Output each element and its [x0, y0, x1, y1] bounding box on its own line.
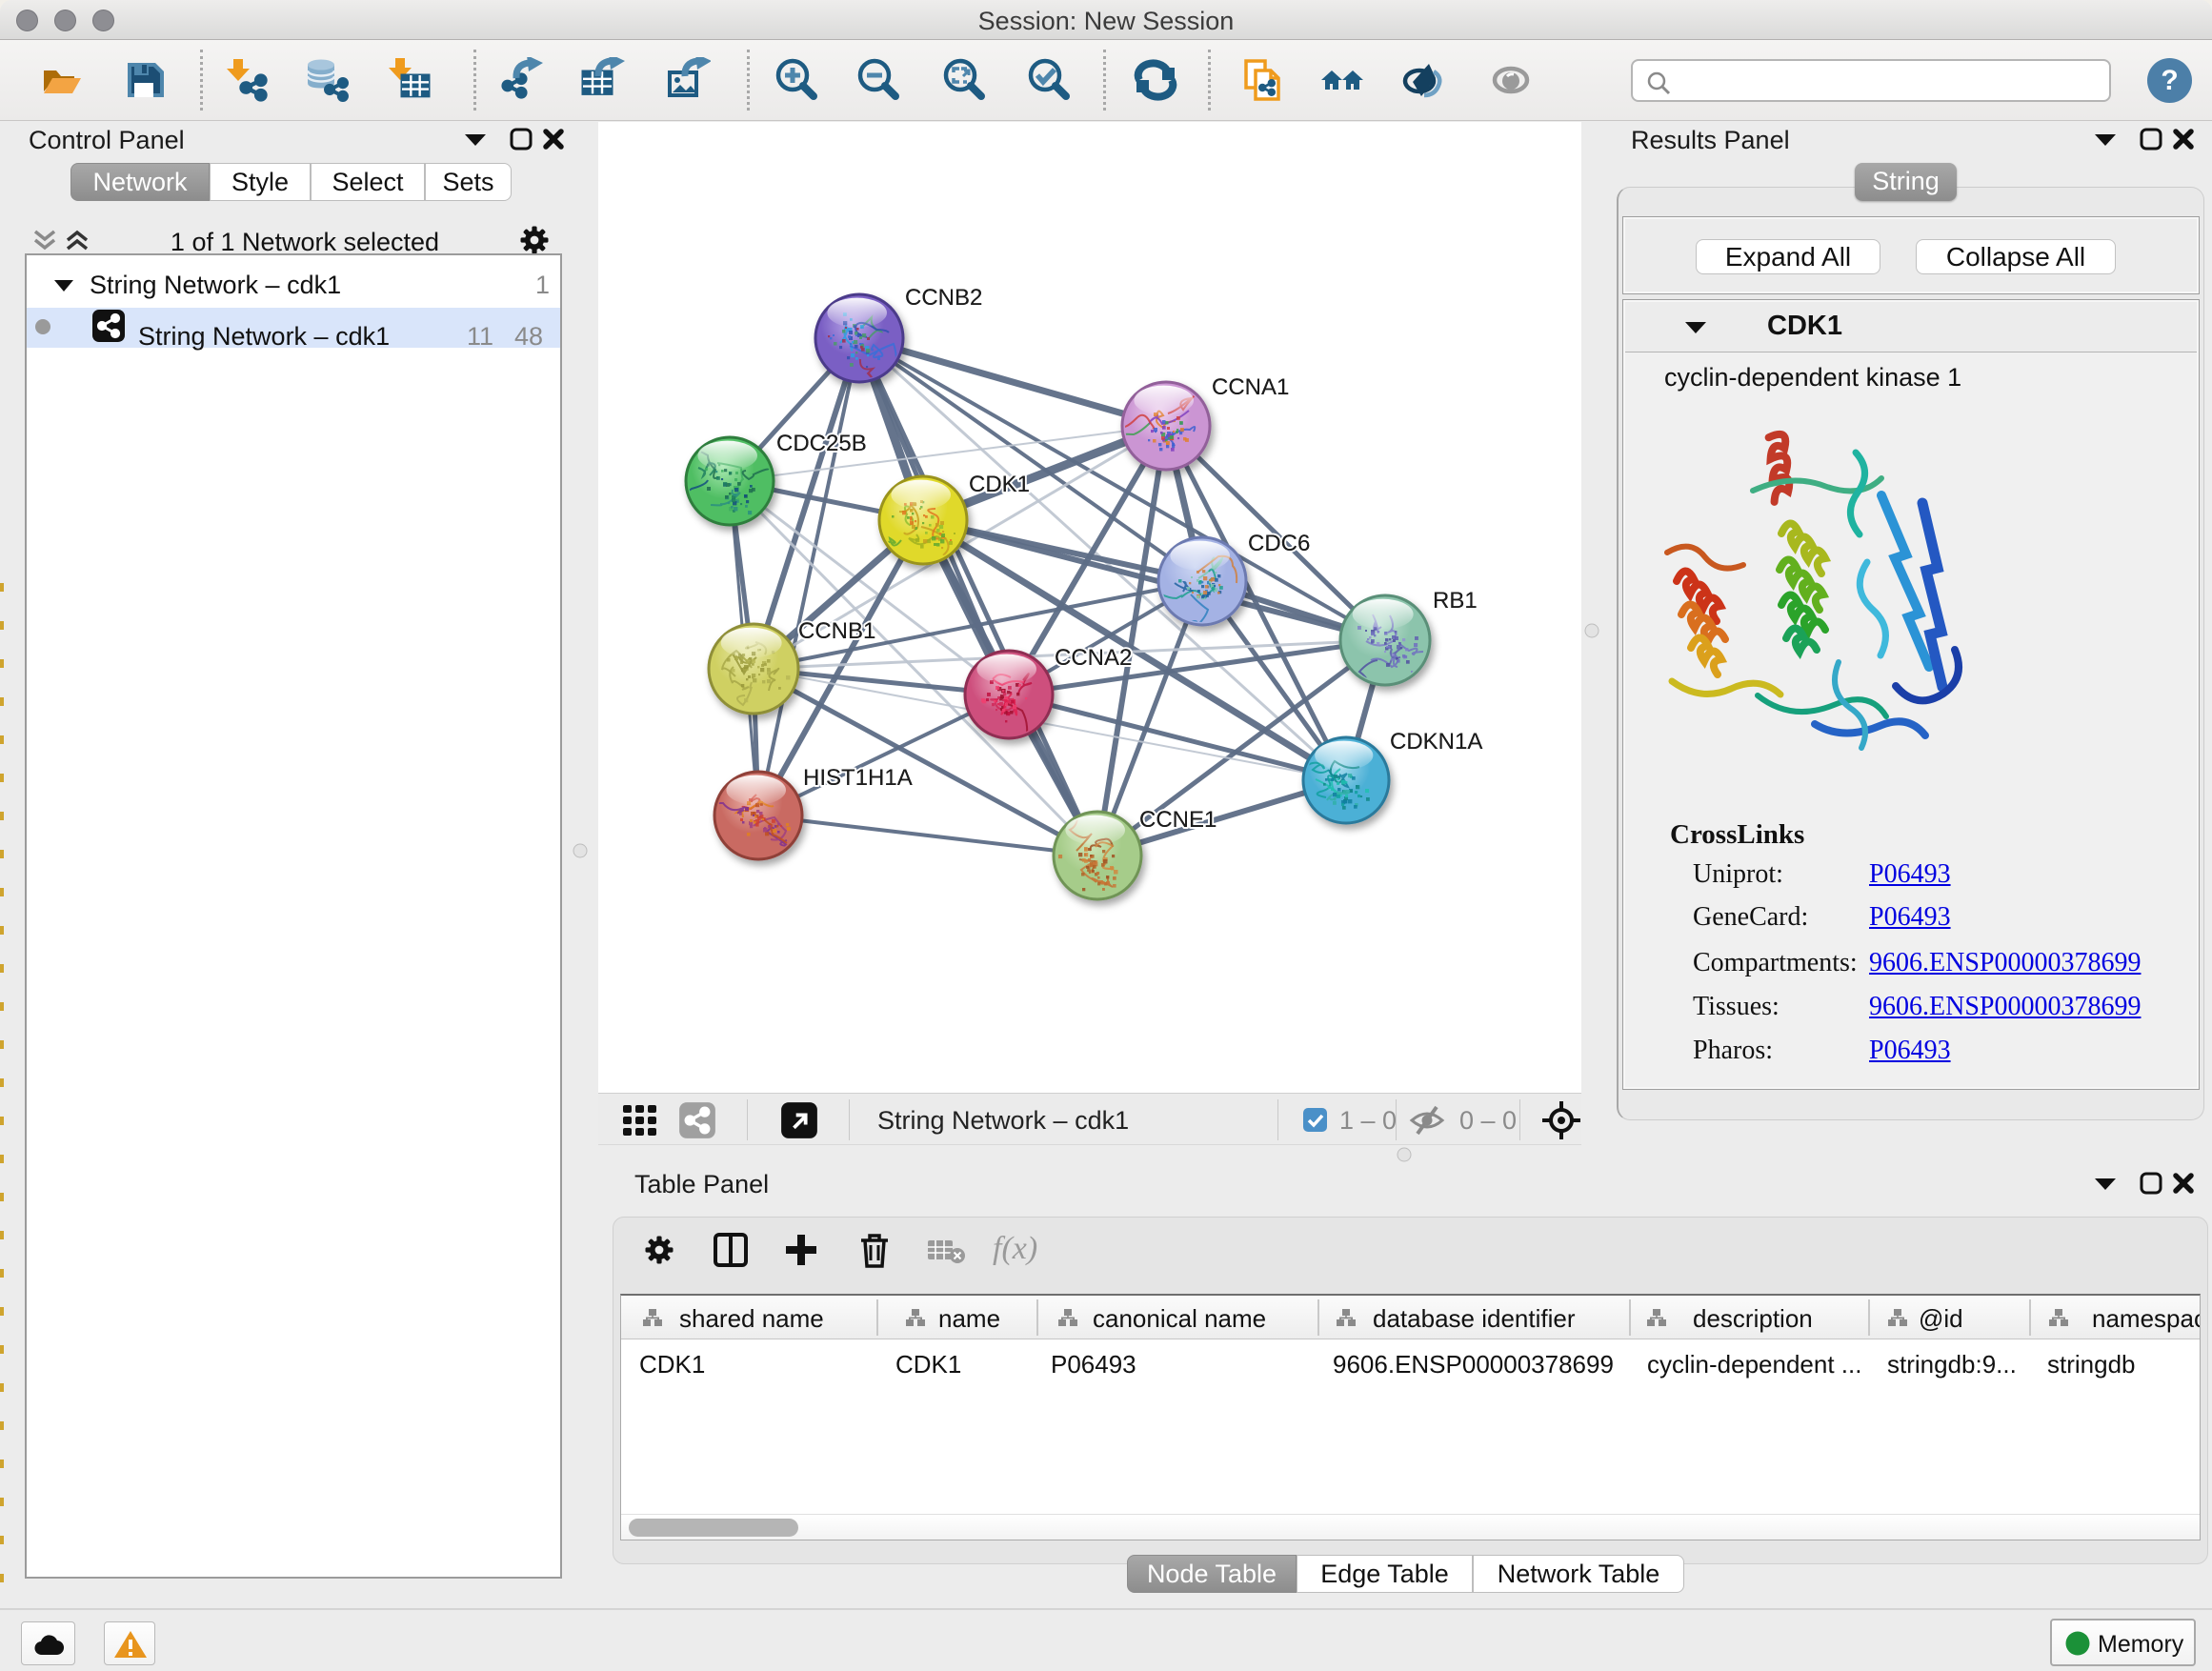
svg-text:CDK1: CDK1: [969, 472, 1030, 497]
svg-text:CDC6: CDC6: [1248, 531, 1310, 556]
svg-text:CDC25B: CDC25B: [776, 431, 867, 456]
svg-text:CCNE1: CCNE1: [1139, 807, 1217, 833]
svg-text:CCNB2: CCNB2: [905, 285, 982, 311]
svg-text:HIST1H1A: HIST1H1A: [803, 765, 913, 791]
svg-text:CDKN1A: CDKN1A: [1390, 729, 1482, 755]
svg-text:CCNA2: CCNA2: [1055, 645, 1132, 671]
svg-text:RB1: RB1: [1433, 588, 1478, 614]
svg-text:CCNB1: CCNB1: [798, 618, 875, 644]
svg-text:CCNA1: CCNA1: [1212, 374, 1289, 400]
